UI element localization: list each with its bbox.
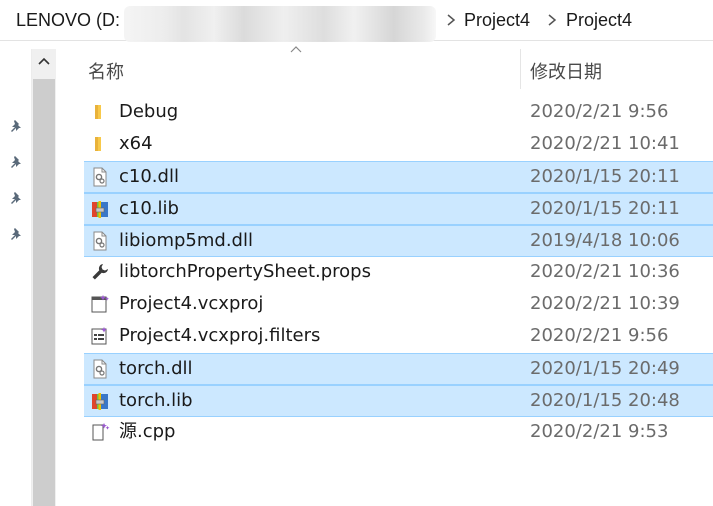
file-row[interactable]: c10.dll 2020/1/15 20:11 [84, 161, 713, 193]
column-header-name[interactable]: 名称 [88, 58, 124, 84]
pin-icon[interactable] [10, 227, 24, 241]
file-date-modified: 2020/2/21 9:56 [530, 325, 669, 346]
file-row[interactable]: 源.cpp 2020/2/21 9:53 [84, 417, 713, 449]
folder-icon [90, 134, 110, 154]
file-row[interactable]: Debug 2020/2/21 9:56 [84, 97, 713, 129]
file-name[interactable]: c10.dll [119, 166, 179, 188]
sort-caret-icon [290, 46, 302, 53]
file-name[interactable]: libtorchPropertySheet.props [119, 261, 371, 283]
file-name[interactable]: 源.cpp [119, 421, 175, 443]
dll-file-icon [90, 359, 110, 379]
file-date-modified: 2020/1/15 20:11 [530, 198, 680, 219]
file-name[interactable]: x64 [119, 133, 153, 155]
folder-icon [90, 102, 110, 122]
nav-pane-scrollbar[interactable] [31, 49, 56, 506]
file-row[interactable]: c10.lib 2020/1/15 20:11 [84, 193, 713, 225]
filters-icon [90, 326, 110, 346]
file-name[interactable]: torch.lib [119, 390, 193, 412]
file-row[interactable]: Project4.vcxproj 2020/2/21 10:39 [84, 289, 713, 321]
address-bar[interactable]: LENOVO (D: Project4 Project4 [0, 0, 713, 42]
file-row[interactable]: libtorchPropertySheet.props 2020/2/21 10:… [84, 257, 713, 289]
pin-icon[interactable] [10, 119, 24, 133]
breadcrumb-drive[interactable]: LENOVO (D: [16, 9, 120, 31]
breadcrumb-project4[interactable]: Project4 [464, 9, 530, 31]
file-date-modified: 2019/4/18 10:06 [530, 230, 680, 251]
pin-icon[interactable] [10, 191, 24, 205]
wrench-icon [90, 262, 110, 282]
breadcrumb-project4-sub[interactable]: Project4 [566, 9, 632, 31]
file-date-modified: 2020/2/21 9:53 [530, 421, 669, 442]
file-list: Debug 2020/2/21 9:56 x64 2020/2/21 10:41 c10… [84, 97, 713, 449]
file-date-modified: 2020/2/21 10:41 [530, 133, 680, 154]
scroll-up-arrow-icon[interactable] [37, 55, 51, 69]
file-date-modified: 2020/1/15 20:11 [530, 166, 680, 187]
file-row[interactable]: torch.lib 2020/1/15 20:48 [84, 385, 713, 417]
chevron-right-icon [447, 14, 456, 26]
pin-icon[interactable] [10, 155, 24, 169]
file-name[interactable]: Project4.vcxproj [119, 293, 263, 315]
column-header: 名称 修改日期 [56, 46, 713, 89]
file-date-modified: 2020/2/21 9:56 [530, 101, 669, 122]
navigation-pane [0, 41, 30, 506]
dll-file-icon [90, 167, 110, 187]
column-divider[interactable] [520, 49, 521, 89]
file-row[interactable]: libiomp5md.dll 2019/4/18 10:06 [84, 225, 713, 257]
file-row[interactable]: x64 2020/2/21 10:41 [84, 129, 713, 161]
lib-archive-icon [90, 391, 110, 411]
file-name[interactable]: torch.dll [119, 358, 193, 380]
cpp-file-icon [90, 422, 110, 442]
redacted-path-segment [124, 6, 436, 42]
file-name[interactable]: c10.lib [119, 198, 179, 220]
file-name[interactable]: libiomp5md.dll [119, 230, 253, 252]
vcxproj-icon [90, 294, 110, 314]
lib-archive-icon [90, 199, 110, 219]
dll-file-icon [90, 231, 110, 251]
chevron-right-icon [548, 14, 557, 26]
scrollbar-thumb[interactable] [33, 79, 55, 506]
file-name[interactable]: Debug [119, 101, 178, 123]
file-row[interactable]: torch.dll 2020/1/15 20:49 [84, 353, 713, 385]
column-header-date-modified[interactable]: 修改日期 [530, 58, 602, 84]
file-date-modified: 2020/1/15 20:49 [530, 358, 680, 379]
file-name[interactable]: Project4.vcxproj.filters [119, 325, 320, 347]
file-date-modified: 2020/2/21 10:36 [530, 261, 680, 282]
file-date-modified: 2020/2/21 10:39 [530, 293, 680, 314]
file-date-modified: 2020/1/15 20:48 [530, 390, 680, 411]
file-row[interactable]: Project4.vcxproj.filters 2020/2/21 9:56 [84, 321, 713, 353]
